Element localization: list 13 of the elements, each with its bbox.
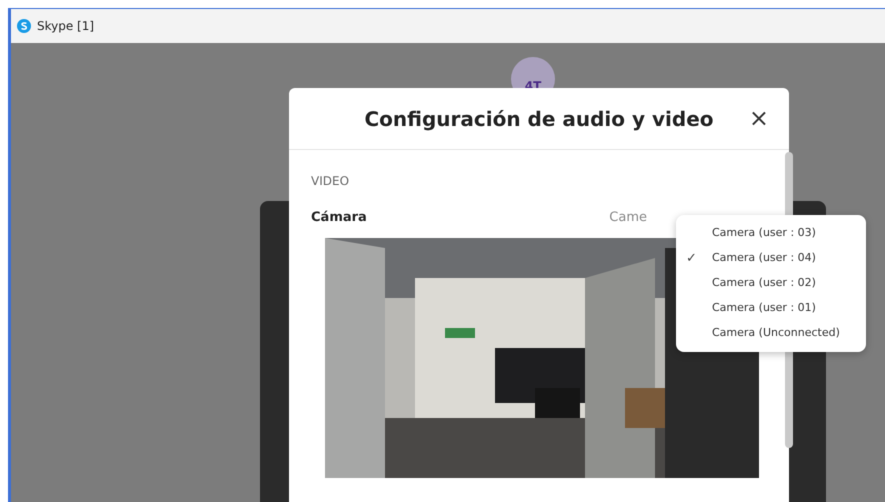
camera-label: Cámara xyxy=(311,209,367,227)
check-icon: ✓ xyxy=(686,248,712,268)
skype-logo-icon xyxy=(17,19,31,33)
window-title: Skype [1] xyxy=(37,18,94,35)
section-heading: VIDEO xyxy=(311,173,350,190)
menu-item[interactable]: Camera (user : 01) xyxy=(712,300,816,317)
menu-item[interactable]: Camera (user : 03) xyxy=(712,225,816,242)
dialog-title: Configuración de audio y video xyxy=(364,106,714,132)
camera-select[interactable]: Came xyxy=(609,208,647,228)
menu-item[interactable]: Camera (Unconnected) xyxy=(712,325,840,342)
menu-item[interactable]: Camera (user : 04) xyxy=(712,250,816,267)
close-button[interactable]: × xyxy=(744,106,773,130)
menu-item[interactable]: Camera (user : 02) xyxy=(712,275,816,292)
